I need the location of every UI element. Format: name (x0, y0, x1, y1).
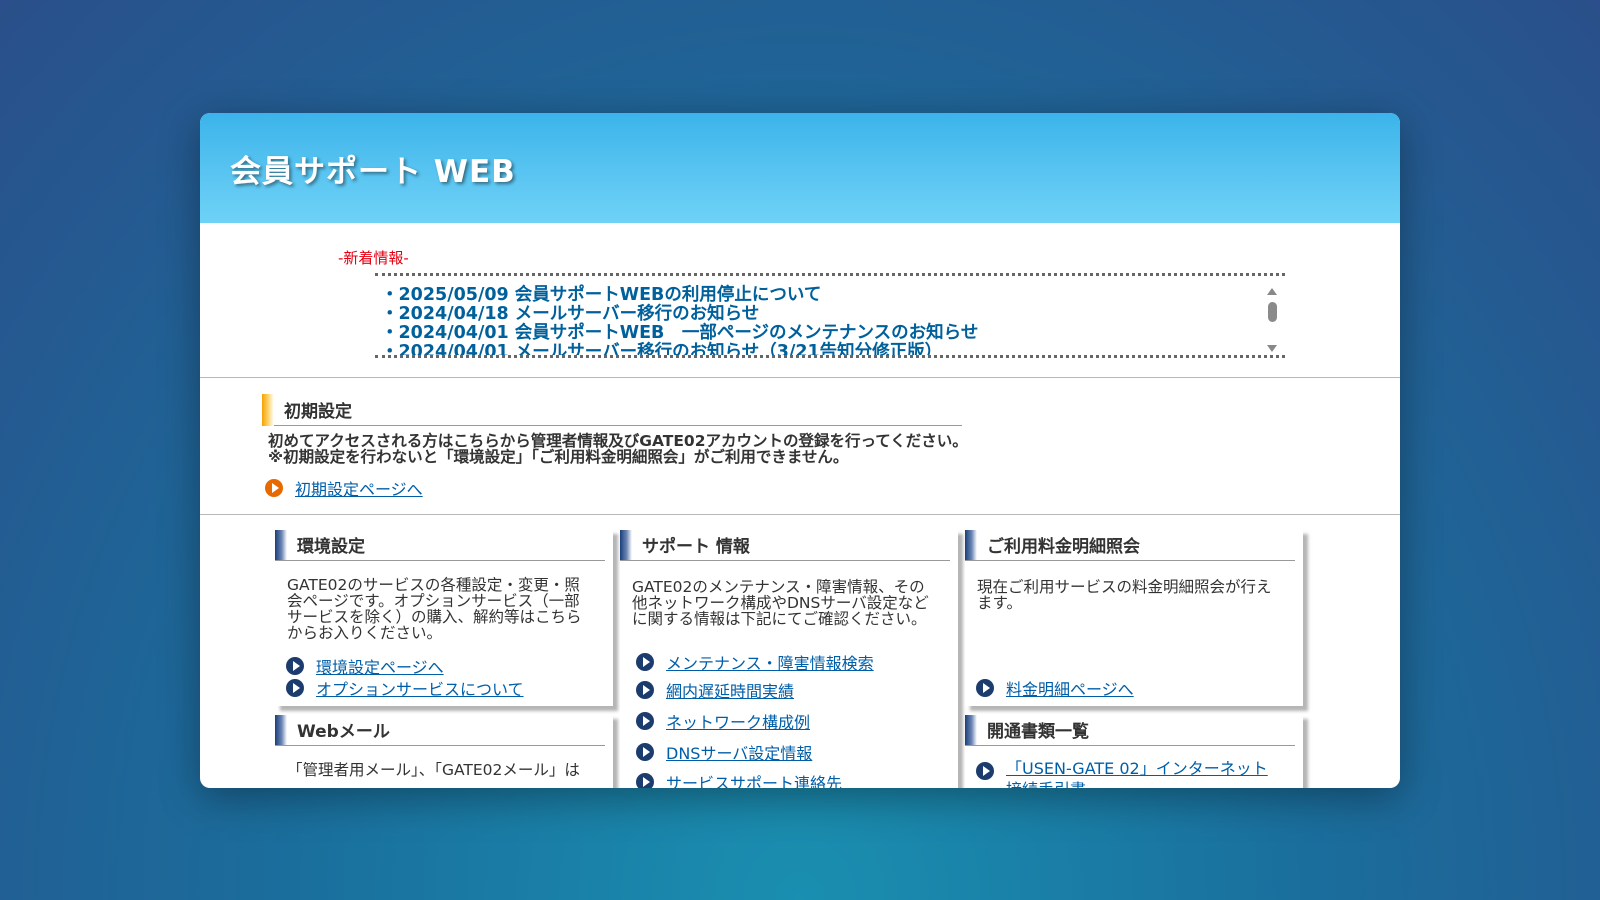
env-settings-link-row[interactable]: 環境設定ページへ (286, 654, 444, 678)
news-label: -新着情報- (338, 249, 409, 267)
webmail-panel: Webメール 「管理者用メール」、「GATE02メール」は (275, 714, 613, 788)
arrow-circle-icon (636, 712, 654, 730)
billing-description: 現在ご利用サービスの料金明細照会が行えます。 (977, 578, 1272, 612)
arrow-circle-icon (286, 679, 304, 697)
site-title: 会員サポート WEB (230, 153, 516, 190)
billing-heading: ご利用料金明細照会 (965, 529, 1295, 561)
arrow-circle-icon (976, 762, 994, 780)
initial-setup-link[interactable]: 初期設定ページへ (295, 476, 423, 500)
arrow-circle-icon (976, 679, 994, 697)
maintenance-search-link[interactable]: メンテナンス・障害情報検索 (666, 650, 874, 674)
support-info-panel: サポート 情報 GATE02のメンテナンス・障害情報、その他ネットワーク構成やD… (620, 529, 958, 788)
billing-panel: ご利用料金明細照会 現在ご利用サービスの料金明細照会が行えます。 料金明細ページ… (965, 529, 1303, 706)
support-info-description: GATE02のメンテナンス・障害情報、その他ネットワーク構成やDNSサーバ設定な… (632, 578, 929, 628)
latency-results-link[interactable]: 網内遅延時間実績 (666, 678, 794, 702)
arrow-circle-icon (286, 657, 304, 675)
arrow-circle-icon (636, 653, 654, 671)
dns-settings-link-row[interactable]: DNSサーバ設定情報 (636, 740, 812, 764)
env-settings-link[interactable]: 環境設定ページへ (316, 654, 444, 678)
dns-settings-link[interactable]: DNSサーバ設定情報 (666, 740, 812, 764)
option-service-link-row[interactable]: オプションサービスについて (286, 676, 524, 700)
initial-setup-link-row[interactable]: 初期設定ページへ (265, 476, 423, 500)
scroll-up-arrow-icon[interactable] (1267, 288, 1277, 295)
main-columns: 環境設定 GATE02のサービスの各種設定・変更・照会ページです。オプションサー… (200, 515, 1400, 788)
option-service-link[interactable]: オプションサービスについて (316, 676, 524, 700)
initial-setup-description: 初めてアクセスされる方はこちらから管理者情報及びGATE02アカウントの登録を行… (268, 432, 968, 466)
env-settings-heading: 環境設定 (275, 529, 605, 561)
scroll-down-arrow-icon[interactable] (1267, 345, 1277, 352)
news-item[interactable]: ・2024/04/01 メールサーバー移行のお知らせ（3/21告知分修正版） (381, 343, 1285, 356)
support-info-heading: サポート 情報 (620, 529, 950, 561)
maintenance-link-row[interactable]: メンテナンス・障害情報検索 (636, 650, 874, 674)
site-header: 会員サポート WEB (200, 113, 1400, 223)
heading-bar-icon (965, 714, 977, 745)
manual-link-row[interactable]: 「USEN-GATE 02」インターネット接続手引書 (976, 758, 1276, 788)
heading-bar-icon (275, 529, 287, 560)
news-item[interactable]: ・2024/04/01 会員サポートWEB 一部ページのメンテナンスのお知らせ (381, 324, 1285, 343)
news-section: -新着情報- ・2025/05/09 会員サポートWEBの利用停止について ・2… (200, 223, 1400, 378)
arrow-circle-icon (636, 681, 654, 699)
env-settings-panel: 環境設定 GATE02のサービスの各種設定・変更・照会ページです。オプションサー… (275, 529, 613, 706)
service-contact-link-row[interactable]: サービスサポート連絡先 (636, 770, 842, 788)
news-scrollbar[interactable] (1265, 288, 1279, 352)
billing-details-link[interactable]: 料金明細ページへ (1006, 676, 1134, 700)
heading-bar-icon (275, 714, 287, 745)
browser-window: 会員サポート WEB -新着情報- ・2025/05/09 会員サポートWEBの… (200, 113, 1400, 788)
news-list: ・2025/05/09 会員サポートWEBの利用停止について ・2024/04/… (375, 276, 1285, 356)
network-example-link-row[interactable]: ネットワーク構成例 (636, 709, 810, 733)
news-item[interactable]: ・2024/04/18 メールサーバー移行のお知らせ (381, 305, 1285, 324)
latency-link-row[interactable]: 網内遅延時間実績 (636, 678, 794, 702)
arrow-circle-icon (636, 743, 654, 761)
news-item[interactable]: ・2025/05/09 会員サポートWEBの利用停止について (381, 286, 1285, 305)
documents-heading: 開通書類一覧 (965, 714, 1295, 746)
initial-setup-heading: 初期設定 (262, 393, 962, 426)
heading-bar-icon (262, 393, 274, 426)
webmail-heading: Webメール (275, 714, 605, 746)
heading-bar-icon (965, 529, 977, 560)
billing-link-row[interactable]: 料金明細ページへ (976, 676, 1134, 700)
webmail-description: 「管理者用メール」、「GATE02メール」は (287, 761, 580, 779)
network-example-link[interactable]: ネットワーク構成例 (666, 709, 810, 733)
service-contact-link[interactable]: サービスサポート連絡先 (666, 770, 842, 788)
scroll-thumb[interactable] (1267, 302, 1277, 322)
arrow-circle-icon (636, 773, 654, 788)
arrow-circle-icon (265, 479, 283, 497)
connection-manual-link[interactable]: 「USEN-GATE 02」インターネット接続手引書 (1006, 758, 1276, 788)
heading-bar-icon (620, 529, 632, 560)
env-settings-description: GATE02のサービスの各種設定・変更・照会ページです。オプションサービス（一部… (287, 576, 582, 642)
news-scroll-box[interactable]: ・2025/05/09 会員サポートWEBの利用停止について ・2024/04/… (375, 273, 1285, 358)
initial-setup-section: 初期設定 初めてアクセスされる方はこちらから管理者情報及びGATE02アカウント… (200, 378, 1400, 515)
documents-panel: 開通書類一覧 「USEN-GATE 02」インターネット接続手引書 (965, 714, 1303, 788)
